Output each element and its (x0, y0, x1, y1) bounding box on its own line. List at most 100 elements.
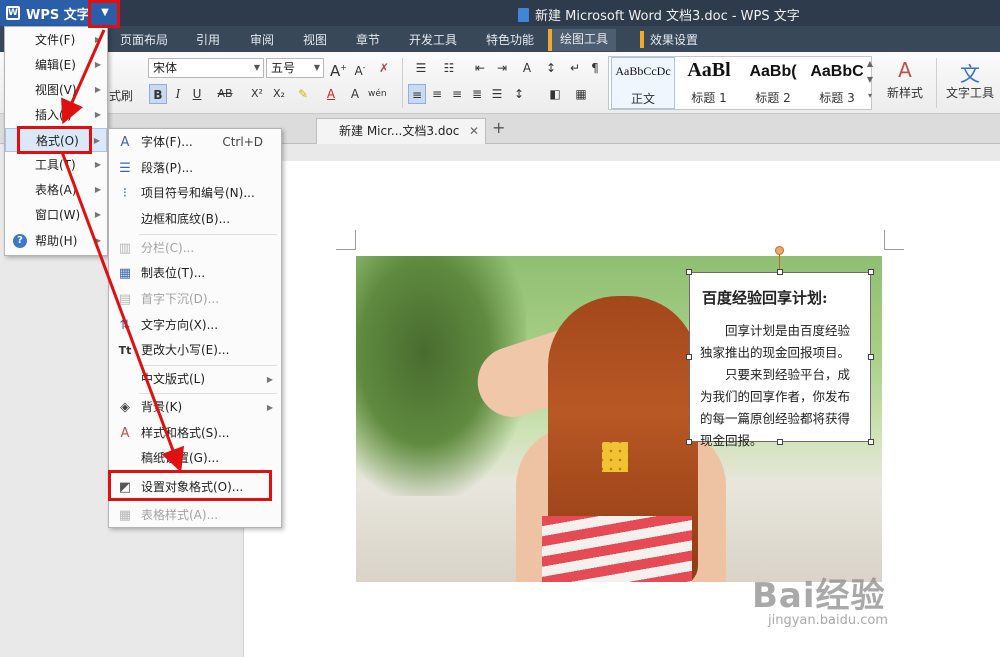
style-heading-1[interactable]: AaBl 标题 1 (677, 57, 741, 109)
menu-item-view[interactable]: 视图(V) ▶ (5, 78, 107, 102)
align-center-icon[interactable]: ≡ (428, 84, 446, 104)
italic-button[interactable]: I (169, 84, 187, 104)
watermark: Bai经验 jingyan.baidu.com (752, 568, 888, 628)
menu-item-edit[interactable]: 编辑(E) ▶ (5, 53, 107, 77)
close-icon[interactable]: ✕ (469, 119, 479, 143)
resize-handle[interactable] (868, 269, 874, 275)
borders-icon[interactable]: ▦ (572, 84, 590, 104)
menu-item-insert[interactable]: 插入(I) ▶ (5, 103, 107, 127)
text-box[interactable]: 百度经验回享计划: 回享计划是由百度经验独家推出的现金回报项目。 只要来到经验平… (689, 272, 871, 448)
menu-item-label: 表格样式(A)... (141, 508, 219, 522)
clear-format-icon[interactable]: ✗ (376, 58, 392, 78)
bullets-icon[interactable]: ☰ (410, 58, 432, 78)
menu-item-table[interactable]: 表格(A) ▶ (5, 178, 107, 202)
char-shading-icon[interactable]: A (346, 84, 364, 104)
style-heading-2[interactable]: AaBb( 标题 2 (741, 57, 805, 109)
tab-page-layout[interactable]: 页面布局 (120, 31, 168, 48)
font-color-icon[interactable]: A (322, 84, 340, 104)
resize-handle[interactable] (777, 269, 783, 275)
document-tab[interactable]: 新建 Micr...文档3.doc ✕ (316, 118, 486, 144)
tab-developer[interactable]: 开发工具 (409, 31, 457, 48)
text-tools-button[interactable]: 文 文字工具 (944, 58, 996, 101)
superscript-button[interactable]: X² (248, 84, 266, 104)
menu-item-change-case[interactable]: Tt 更改大小写(E)... (109, 338, 281, 363)
highlight-icon[interactable]: ✎ (294, 84, 312, 104)
menu-item-borders[interactable]: 边框和底纹(B)... (109, 207, 281, 232)
tab-special[interactable]: 特色功能 (486, 31, 534, 48)
decrease-indent-icon[interactable]: ⇤ (470, 58, 490, 78)
resize-handle[interactable] (868, 439, 874, 445)
tab-references[interactable]: 引用 (196, 31, 220, 48)
subscript-button[interactable]: X₂ (270, 84, 288, 104)
show-marks-icon[interactable]: ¶ (586, 58, 604, 78)
tab-chapter[interactable]: 章节 (356, 31, 380, 48)
sort-icon[interactable]: ↕ (542, 58, 560, 78)
new-style-button[interactable]: A 新样式 (880, 58, 930, 101)
increase-indent-icon[interactable]: ⇥ (492, 58, 512, 78)
align-right-icon[interactable]: ≡ (448, 84, 466, 104)
menu-item-manuscript[interactable]: 稿纸设置(G)... (109, 446, 281, 471)
menu-item-window[interactable]: 窗口(W) ▶ (5, 203, 107, 227)
menu-item-bullets[interactable]: ⁝ 项目符号和编号(N)... (109, 181, 281, 206)
menu-item-help[interactable]: ? 帮助(H) ▶ (5, 229, 107, 253)
menu-item-styles[interactable]: A 样式和格式(S)... (109, 421, 281, 446)
font-size-select[interactable]: 五号 ▼ (266, 58, 324, 78)
help-icon: ? (13, 234, 27, 248)
menu-item-asian-layout[interactable]: 中文版式(L) ▶ (109, 367, 281, 392)
app-menu-button[interactable]: W WPS 文字 (0, 0, 92, 26)
align-left-icon[interactable]: ≡ (408, 84, 426, 104)
underline-button[interactable]: U (188, 84, 206, 104)
enter-mark-icon[interactable]: ↵ (566, 58, 584, 78)
gallery-scroll-icon[interactable]: ▲ ▼ ▾ (864, 56, 876, 110)
bold-button[interactable]: B (149, 84, 167, 104)
menu-item-paragraph[interactable]: ☰ 段落(P)... (109, 156, 281, 181)
resize-handle[interactable] (868, 354, 874, 360)
font-name-select[interactable]: 宋体 ▼ (148, 58, 264, 78)
justify-icon[interactable]: ≣ (468, 84, 486, 104)
style-normal[interactable]: AaBbCcDc 正文 (611, 57, 675, 109)
strikethrough-button[interactable]: AB (212, 84, 238, 104)
tab-drawing-tools[interactable]: 绘图工具 (548, 29, 617, 51)
new-tab-icon[interactable]: + (492, 118, 505, 137)
menu-item-tab-stops[interactable]: ▦ 制表位(T)... (109, 261, 281, 286)
grow-font-icon[interactable]: A+ (330, 58, 347, 80)
format-painter-button[interactable]: 式刷 (104, 86, 138, 106)
styles-gallery: AaBbCcDc 正文 AaBl 标题 1 AaBb( 标题 2 AaBbC 标… (608, 56, 872, 110)
shrink-font-icon[interactable]: A- (352, 58, 368, 78)
menu-item-text-direction[interactable]: ⇅ 文字方向(X)... (109, 313, 281, 338)
phonetic-guide-icon[interactable]: wén (368, 84, 387, 104)
new-style-icon: A (898, 58, 912, 82)
menu-item-background[interactable]: ◈ 背景(K) ▶ (109, 395, 281, 420)
menu-item-font[interactable]: A 字体(F)... Ctrl+D (109, 130, 281, 155)
tab-effect-settings[interactable]: 效果设置 (640, 31, 698, 48)
menu-item-label: 文字方向(X)... (141, 318, 219, 332)
resize-handle[interactable] (686, 269, 692, 275)
menu-item-label: 样式和格式(S)... (141, 426, 230, 440)
photo-striped-top (542, 516, 692, 582)
rotation-handle[interactable] (775, 246, 784, 255)
tab-view[interactable]: 视图 (303, 31, 327, 48)
style-heading-3[interactable]: AaBbC 标题 3 (805, 57, 869, 109)
style-sample: AaBl (687, 59, 731, 81)
columns-icon: ▥ (118, 241, 132, 256)
chevron-right-icon: ▶ (266, 403, 273, 412)
chevron-right-icon: ▶ (93, 136, 100, 145)
chevron-right-icon: ▶ (94, 160, 101, 169)
text-box-paragraph: 回享计划是由百度经验独家推出的现金回报项目。 (700, 323, 851, 360)
resize-handle[interactable] (777, 439, 783, 445)
styles-icon: A (120, 426, 130, 441)
chevron-right-icon: ▶ (94, 210, 101, 219)
text-size-icon[interactable]: A (516, 58, 538, 78)
distribute-icon[interactable]: ☰ (488, 84, 506, 104)
chevron-down-icon: ▼ (253, 63, 260, 72)
menu-item-drop-cap: ▤ 首字下沉(D)... (109, 287, 281, 312)
menu-item-file[interactable]: 文件(F) ▶ (5, 28, 107, 52)
shading-icon[interactable]: ◧ (546, 84, 564, 104)
tab-review[interactable]: 审阅 (250, 31, 274, 48)
resize-handle[interactable] (686, 354, 692, 360)
numbering-icon[interactable]: ☷ (438, 58, 460, 78)
line-spacing-icon[interactable]: ↕ (510, 84, 528, 104)
resize-handle[interactable] (686, 439, 692, 445)
wps-logo-icon: W (6, 6, 20, 20)
menu-item-tools[interactable]: 工具(T) ▶ (5, 153, 107, 177)
